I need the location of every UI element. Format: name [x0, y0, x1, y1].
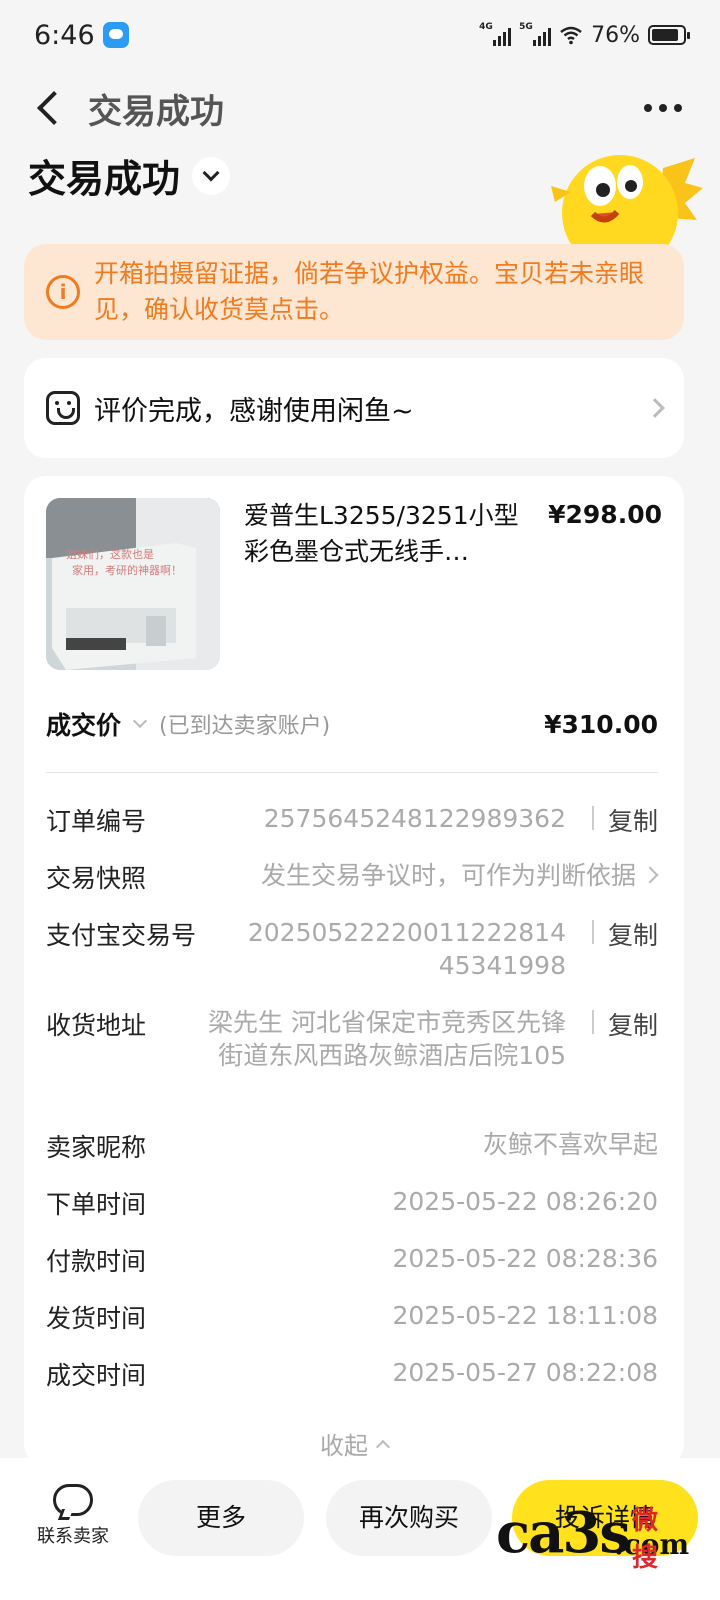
info-row-deal-time: 成交时间 2025-05-27 08:22:08 — [46, 1356, 658, 1390]
chevron-up-icon — [375, 1439, 391, 1455]
pay-time-label: 付款时间 — [46, 1247, 147, 1276]
contact-seller-button[interactable]: 联系卖家 — [28, 1480, 118, 1548]
copy-order-no-button[interactable]: 复制 — [608, 802, 658, 838]
info-row-order-time: 下单时间 2025-05-22 08:26:20 — [46, 1185, 658, 1219]
xianyu-fish-mascot — [551, 155, 703, 248]
snapshot-label: 交易快照 — [46, 864, 147, 893]
divider — [46, 772, 658, 773]
chevron-right-icon — [641, 866, 659, 884]
deal-price-label: 成交价 — [46, 711, 122, 740]
info-row-order-no: 订单编号 2575645248122989362 复制 — [46, 802, 658, 836]
more-options-icon[interactable] — [636, 94, 690, 122]
address-label: 收货地址 — [46, 1011, 147, 1040]
battery-icon — [648, 25, 690, 45]
deal-price-note: (已到达卖家账户) — [159, 714, 331, 739]
seller-value: 灰鲸不喜欢早起 — [482, 1130, 658, 1159]
order-time-label: 下单时间 — [46, 1190, 147, 1219]
product-name: 爱普生L3255/3251小型彩色墨仓式无线手… — [244, 501, 519, 566]
alipay-no-label: 支付宝交易号 — [46, 921, 197, 950]
nav-title: 交易成功 — [88, 91, 224, 132]
unboxing-warning-banner: i 开箱拍摄留证据，倘若争议护权益。宝贝若未亲眼见，确认收货莫点击。 — [24, 244, 684, 340]
nav-bar: 交易成功 — [0, 75, 720, 141]
clock: 6:46 — [34, 19, 95, 51]
info-icon: i — [46, 275, 80, 309]
rebuy-button[interactable]: 再次购买 — [326, 1480, 492, 1556]
ship-time-label: 发货时间 — [46, 1304, 147, 1333]
deal-price-row: 成交价 (已到达卖家账户) ¥310.00 — [46, 706, 658, 742]
smile-face-icon — [46, 391, 80, 425]
product-row[interactable]: 姐妹们，这款也是 家用，考研的神器啊！ 爱普生L3255/3251小型彩色墨仓式… — [46, 498, 662, 670]
copy-alipay-no-button[interactable]: 复制 — [608, 916, 658, 952]
watermark-main: ca3s — [496, 1500, 631, 1566]
message-notification-icon — [102, 22, 129, 48]
watermark-red: 微搜 — [632, 1506, 660, 1573]
review-text: 评价完成，感谢使用闲鱼~ — [94, 395, 414, 427]
collapse-button[interactable]: 收起 — [24, 1426, 684, 1461]
order-no-label: 订单编号 — [46, 807, 147, 836]
pay-time-value: 2025-05-22 08:28:36 — [392, 1244, 658, 1273]
status-right: 4G 5G 76% — [479, 22, 690, 48]
collapse-label: 收起 — [320, 1432, 368, 1460]
deal-time-label: 成交时间 — [46, 1361, 147, 1390]
info-row-pay-time: 付款时间 2025-05-22 08:28:36 — [46, 1242, 658, 1276]
contact-seller-label: 联系卖家 — [37, 1526, 109, 1547]
status-left: 6:46 — [34, 20, 129, 51]
info-row-address: 收货地址 梁先生 河北省保定市竞秀区先锋街道东风西路灰鲸酒店后院105 复制 — [46, 1006, 658, 1108]
deal-price-value: ¥310.00 — [544, 709, 658, 739]
copy-address-button[interactable]: 复制 — [608, 1006, 658, 1042]
chevron-right-icon — [645, 398, 665, 418]
alipay-no-value: 2025052222001122281445341998 — [247, 918, 566, 980]
copy-separator — [592, 1010, 594, 1034]
signal-5g-icon: 5G — [519, 22, 552, 46]
order-status-header: 交易成功 — [28, 148, 231, 203]
status-bar: 6:46 4G 5G 76% — [0, 0, 720, 70]
copy-separator — [592, 920, 594, 944]
ship-time-value: 2025-05-22 18:11:08 — [392, 1301, 658, 1330]
chevron-down-icon[interactable] — [132, 713, 148, 729]
chat-bubble-icon — [53, 1484, 93, 1516]
info-row-snapshot[interactable]: 交易快照 发生交易争议时，可作为判断依据 — [46, 859, 659, 893]
wifi-icon — [560, 26, 582, 45]
deal-time-value: 2025-05-27 08:22:08 — [392, 1358, 658, 1387]
site-watermark-logo: ca3s .com 微搜 — [496, 1500, 689, 1573]
order-status-title: 交易成功 — [28, 157, 181, 201]
order-no-value: 2575645248122989362 — [263, 804, 566, 833]
info-row-alipay-no: 支付宝交易号 2025052222001122281445341998 复制 — [46, 916, 658, 984]
snapshot-value: 发生交易争议时，可作为判断依据 — [260, 861, 636, 890]
sim1-label: 4G — [479, 22, 493, 32]
warning-text: 开箱拍摄留证据，倘若争议护权益。宝贝若未亲眼见，确认收货莫点击。 — [94, 259, 645, 324]
info-row-ship-time: 发货时间 2025-05-22 18:11:08 — [46, 1299, 658, 1333]
status-expand-chevron-icon[interactable] — [192, 156, 231, 195]
product-image: 姐妹们，这款也是 家用，考研的神器啊！ — [46, 498, 220, 670]
battery-percent: 76% — [591, 22, 640, 48]
order-time-value: 2025-05-22 08:26:20 — [392, 1187, 658, 1216]
address-value: 梁先生 河北省保定市竞秀区先锋街道东风西路灰鲸酒店后院105 — [208, 1008, 566, 1070]
product-price: ¥298.00 — [548, 500, 662, 529]
copy-separator — [592, 806, 594, 830]
seller-label: 卖家昵称 — [46, 1133, 147, 1162]
back-icon[interactable] — [30, 88, 70, 128]
signal-4g-icon: 4G — [479, 22, 512, 46]
review-complete-card[interactable]: 评价完成，感谢使用闲鱼~ — [24, 358, 684, 458]
sim2-label: 5G — [519, 22, 533, 32]
order-detail-card: 姐妹们，这款也是 家用，考研的神器啊！ 爱普生L3255/3251小型彩色墨仓式… — [24, 476, 684, 1466]
more-button[interactable]: 更多 — [138, 1480, 304, 1556]
info-row-seller: 卖家昵称 灰鲸不喜欢早起 — [46, 1128, 658, 1162]
